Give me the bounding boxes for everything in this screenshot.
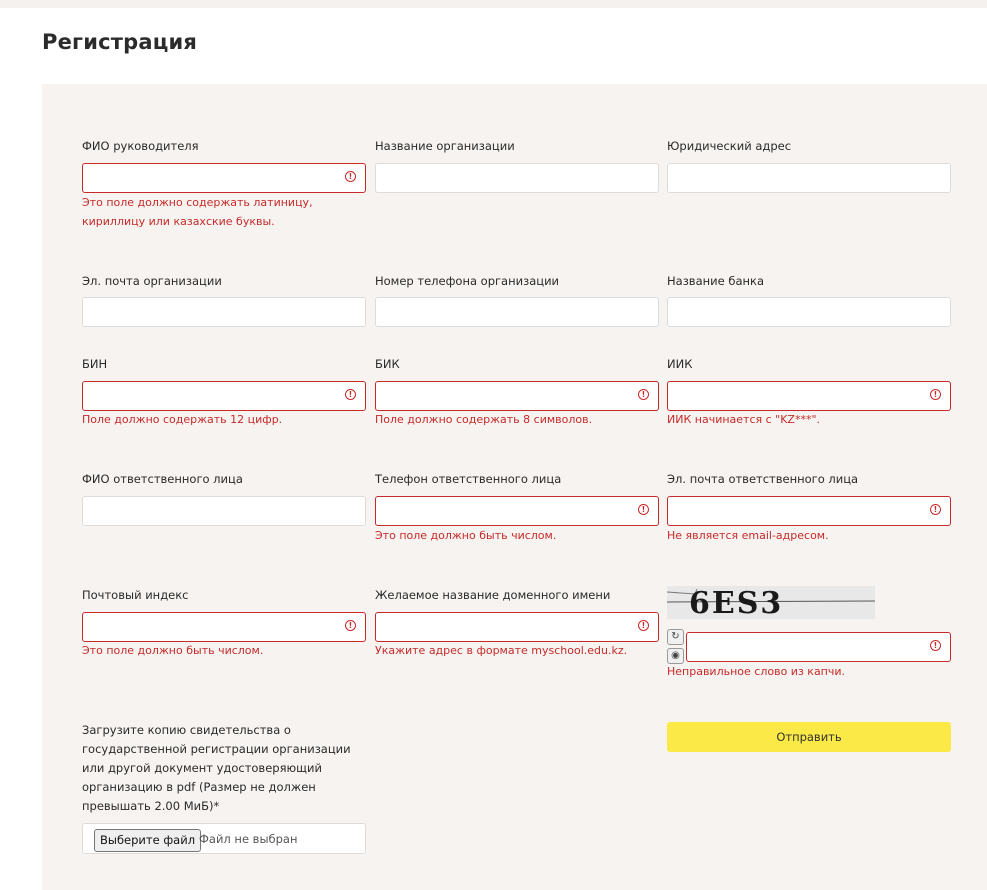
iik-label: ИИК: [667, 357, 693, 371]
exclamation-circle-icon: !: [638, 389, 649, 400]
director-name-label: ФИО руководителя: [82, 139, 199, 153]
contact-email-error: Не является email-адресом.: [667, 529, 829, 542]
contact-phone-error: Это поле должно быть числом.: [375, 529, 557, 542]
exclamation-circle-icon: !: [638, 504, 649, 515]
upload-label: Загрузите копию свидетельства о государс…: [82, 723, 351, 813]
exclamation-circle-icon: !: [930, 504, 941, 515]
bin-error: Поле должно содержать 12 цифр.: [82, 413, 283, 426]
bik-error: Поле должно содержать 8 символов.: [375, 413, 593, 426]
captcha-error: Неправильное слово из капчи.: [667, 665, 846, 678]
org-phone-input[interactable]: [375, 297, 659, 327]
exclamation-circle-icon: !: [638, 620, 649, 631]
org-name-label: Название организации: [375, 139, 515, 153]
director-name-error: Это поле должно содержать латиницу, кири…: [82, 196, 313, 228]
org-email-label: Эл. почта организации: [82, 274, 222, 288]
contact-phone-input[interactable]: !: [375, 496, 659, 526]
refresh-icon: ↻: [671, 631, 680, 642]
audio-icon: ◉: [671, 650, 680, 661]
exclamation-circle-icon: !: [930, 640, 941, 651]
bin-input[interactable]: !: [82, 381, 366, 411]
postal-code-error: Это поле должно быть числом.: [82, 644, 264, 657]
postal-code-input[interactable]: !: [82, 612, 366, 642]
captcha-image-graphic: 6ES3: [666, 586, 876, 621]
postal-code-label: Почтовый индекс: [82, 588, 189, 602]
exclamation-circle-icon: !: [345, 389, 356, 400]
exclamation-circle-icon: !: [930, 389, 941, 400]
file-status: Файл не выбран: [199, 832, 298, 846]
legal-address-input[interactable]: [667, 163, 951, 193]
bik-input[interactable]: !: [375, 381, 659, 411]
captcha-input[interactable]: !: [686, 632, 951, 662]
org-name-input[interactable]: [375, 163, 659, 193]
domain-name-input[interactable]: !: [375, 612, 659, 642]
top-strip: [0, 0, 987, 8]
contact-email-label: Эл. почта ответственного лица: [667, 472, 859, 486]
iik-input[interactable]: !: [667, 381, 951, 411]
contact-name-input[interactable]: [82, 496, 366, 526]
domain-name-error: Укажите адрес в формате myschool.edu.kz.: [375, 644, 628, 657]
choose-file-button[interactable]: Выберите файл: [94, 829, 202, 852]
page-title: Регистрация: [42, 30, 198, 54]
contact-email-input[interactable]: !: [667, 496, 951, 526]
captcha-refresh-button[interactable]: ↻: [667, 629, 684, 645]
exclamation-circle-icon: !: [345, 620, 356, 631]
exclamation-circle-icon: !: [345, 171, 356, 182]
submit-button[interactable]: Отправить: [667, 722, 951, 752]
file-upload-field[interactable]: Выберите файл Файл не выбран: [82, 823, 366, 854]
contact-name-label: ФИО ответственного лица: [82, 472, 243, 486]
iik-error: ИИК начинается с "KZ***".: [667, 413, 821, 426]
legal-address-label: Юридический адрес: [667, 139, 792, 153]
domain-name-label: Желаемое название доменного имени: [375, 588, 611, 602]
captcha-image: 6ES3: [666, 586, 876, 621]
captcha-text: 6ES3: [689, 586, 783, 619]
bin-label: БИН: [82, 357, 108, 371]
bank-name-input[interactable]: [667, 297, 951, 327]
bik-label: БИК: [375, 357, 400, 371]
bank-name-label: Название банка: [667, 274, 765, 288]
contact-phone-label: Телефон ответственного лица: [375, 472, 562, 486]
org-email-input[interactable]: [82, 297, 366, 327]
org-phone-label: Номер телефона организации: [375, 274, 560, 288]
director-name-input[interactable]: !: [82, 163, 366, 193]
